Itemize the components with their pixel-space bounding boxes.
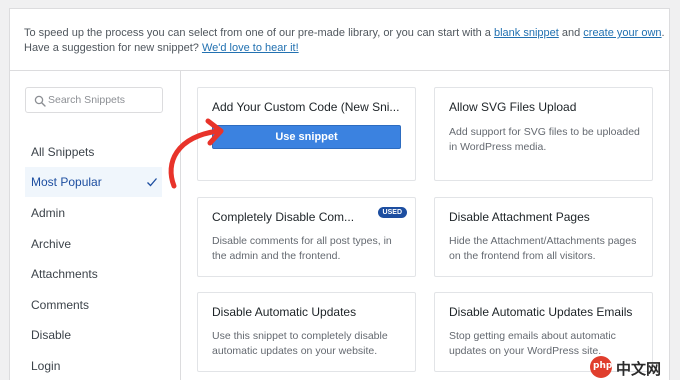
logo-text: php	[593, 361, 613, 371]
search-icon	[34, 95, 46, 107]
snippet-title: Disable Attachment Pages	[449, 210, 590, 224]
category-archive[interactable]: Archive	[25, 229, 162, 259]
snippet-description: Hide the Attachment/Attachments pages on…	[449, 235, 637, 262]
checkmark-icon	[147, 178, 157, 187]
intro-text-part: .	[661, 27, 665, 39]
php-logo: php	[590, 356, 612, 378]
snippet-title: Allow SVG Files Upload	[449, 100, 577, 114]
category-disable[interactable]: Disable	[25, 320, 162, 350]
snippet-title: Disable Automatic Updates Emails	[449, 305, 633, 319]
category-label: Most Popular	[31, 175, 102, 189]
snippet-card-svg-upload[interactable]: Allow SVG Files Upload Add support for S…	[434, 87, 653, 181]
search-box	[25, 87, 163, 113]
category-admin[interactable]: Admin	[25, 198, 162, 228]
snippet-title: Completely Disable Com...	[212, 210, 355, 224]
intro-line2: Have a suggestion for new snippet? We'd …	[24, 42, 299, 54]
blank-snippet-link[interactable]: blank snippet	[494, 27, 559, 39]
intro-text-part: and	[558, 27, 584, 39]
annotation-arrow-icon	[168, 118, 224, 189]
intro-text-part: Have a suggestion for new snippet?	[24, 42, 202, 54]
category-login[interactable]: Login	[25, 351, 162, 380]
snippet-description: Stop getting emails about automatic upda…	[449, 330, 616, 357]
category-all-snippets[interactable]: All Snippets	[25, 137, 162, 167]
snippet-description: Use this snippet to completely disable a…	[212, 330, 388, 357]
category-comments[interactable]: Comments	[25, 290, 162, 320]
snippet-card-disable-comments[interactable]: Completely Disable Com... USED Disable c…	[197, 197, 416, 277]
snippet-title: Disable Automatic Updates	[212, 305, 357, 319]
category-attachments[interactable]: Attachments	[25, 259, 162, 289]
create-your-own-link[interactable]: create your own	[583, 27, 661, 39]
snippet-card-disable-attachment-pages[interactable]: Disable Attachment Pages Hide the Attach…	[434, 197, 653, 277]
search-snippets-input[interactable]	[48, 88, 160, 112]
intro-text: To speed up the process you can select f…	[10, 9, 669, 71]
used-badge: USED	[377, 207, 407, 218]
snippet-card-disable-auto-updates[interactable]: Disable Automatic Updates Use this snipp…	[197, 292, 416, 372]
snippet-title: Add Your Custom Code (New Sni...	[212, 100, 400, 114]
intro-line1: To speed up the process you can select f…	[24, 27, 665, 39]
intro-text-part: To speed up the process you can select f…	[24, 27, 494, 39]
snippet-description: Add support for SVG files to be uploaded…	[449, 126, 640, 153]
category-sidebar: All Snippets Most Popular Admin Archive …	[10, 71, 181, 380]
suggest-snippet-link[interactable]: We'd love to hear it!	[202, 42, 299, 54]
watermark-text: 中文网	[616, 360, 662, 378]
site-watermark: php 中文网	[590, 356, 678, 378]
snippet-library-panel: To speed up the process you can select f…	[9, 8, 670, 380]
snippet-description: Disable comments for all post types, in …	[212, 235, 392, 262]
category-most-popular[interactable]: Most Popular	[25, 167, 162, 197]
